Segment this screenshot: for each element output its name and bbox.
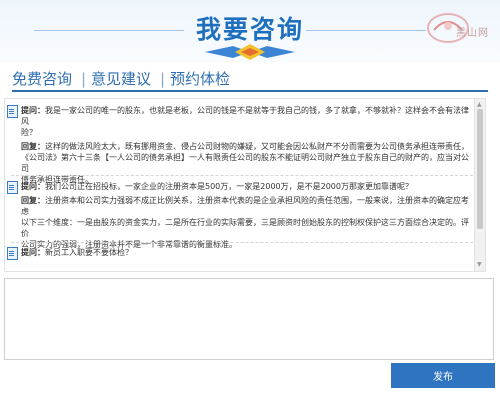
tab-appointment[interactable]: 预约体检: [170, 68, 230, 89]
answer-text: 回复：这样的做法风险太大，既有挪用资金、侵占公司财物的嫌疑，又可能会因公私财产不…: [21, 142, 469, 151]
list-item: 提问：新员工入职要不要体检？: [5, 247, 473, 260]
list-item: 提问：我是一家公司的唯一的股东，也就是老板，公司的钱是不是就等于我自己的钱，多了…: [5, 105, 473, 185]
message-input[interactable]: [5, 279, 493, 359]
answer-text: 《公司法》第六十三条【一人公司的债务承担】一人有限责任公司的股东不能证明公司财产…: [21, 153, 469, 173]
question-text: 提问：我们公司正在招投标，一家企业的注册资本是500万，一家是2000万，是不是…: [21, 182, 413, 191]
diamond-icon: [205, 44, 295, 60]
triangle-up-icon[interactable]: ▲: [477, 101, 482, 108]
list-item: 提问：我们公司正在招投标，一家企业的注册资本是500万，一家是2000万，是不是…: [5, 181, 473, 250]
document-icon: [7, 181, 18, 194]
tab-bar: 免费咨询 | 意见建议 | 预约体检: [0, 68, 500, 92]
message-composer: [4, 278, 494, 360]
triangle-down-icon[interactable]: ▼: [477, 261, 482, 268]
tab-underline: [12, 90, 488, 92]
scrollbar-thumb[interactable]: [477, 109, 483, 229]
scrollbar[interactable]: ▲ ▼: [474, 99, 485, 271]
document-icon: [7, 105, 18, 118]
document-icon: [7, 247, 18, 260]
logo-text: 黑山网: [456, 28, 489, 39]
question-text: 险？: [21, 128, 37, 137]
submit-button[interactable]: 发布: [391, 363, 495, 388]
answer-text: 回复：注册资本和公司实力强弱不成正比例关系，注册资本代表的是企业承担风险的责任范…: [21, 196, 469, 216]
qa-list: 提问：我是一家公司的唯一的股东，也就是老板，公司的钱是不是就等于我自己的钱，多了…: [4, 98, 486, 272]
tab-separator: |: [81, 70, 87, 88]
divider: [11, 175, 473, 176]
tab-separator: |: [160, 70, 166, 88]
divider: [11, 242, 473, 243]
answer-text: 以下三个维度：一是由股东的资金实力，二是所在行业的实际需要，三是顾资时创始股东的…: [21, 218, 469, 238]
header-banner: 我要咨询 黑山网: [0, 0, 500, 62]
question-text: 提问：我是一家公司的唯一的股东，也就是老板，公司的钱是不是就等于我自己的钱，多了…: [21, 106, 469, 126]
tab-suggestions[interactable]: 意见建议: [91, 68, 151, 89]
question-text: 提问：新员工入职要不要体检？: [21, 248, 133, 257]
tab-free-consult[interactable]: 免费咨询: [12, 68, 72, 89]
